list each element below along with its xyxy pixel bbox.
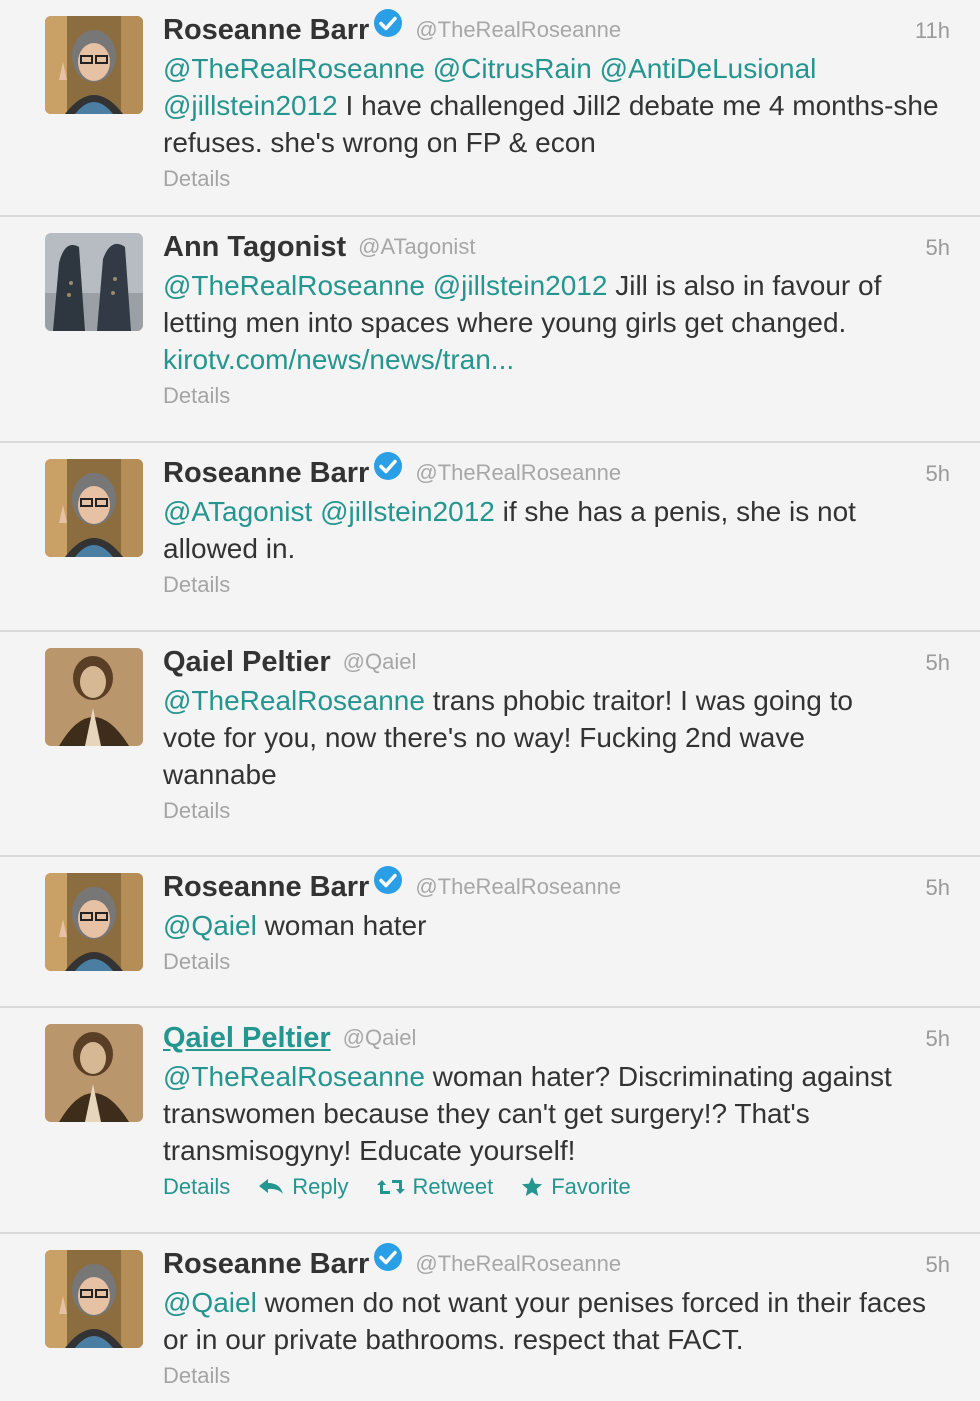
- details-link[interactable]: Details: [163, 383, 230, 409]
- tweet-timestamp[interactable]: 5h: [926, 1252, 950, 1278]
- text-segment: woman hater: [256, 910, 427, 941]
- tweet-timestamp[interactable]: 5h: [926, 461, 950, 487]
- reply-label: Reply: [292, 1174, 349, 1199]
- tweet-text: @ATagonist @jillstein2012 if she has a p…: [163, 493, 950, 567]
- avatar-qaiel[interactable]: [45, 1024, 143, 1122]
- text-segment: women do not want your penises forced in…: [163, 1287, 927, 1355]
- retweet-icon: [376, 1180, 405, 1194]
- author-handle[interactable]: @Qaiel: [343, 649, 417, 675]
- avatar-roseanne[interactable]: [45, 459, 143, 557]
- author-handle[interactable]: @TheRealRoseanne: [415, 1251, 621, 1277]
- tweet-text: @TheRealRoseanne trans phobic traitor! I…: [163, 682, 950, 793]
- tweet-item[interactable]: Qaiel Peltier @Qaiel 5h @TheRealRoseanne…: [0, 632, 980, 857]
- avatar-qaiel-image: [45, 648, 143, 746]
- author-handle[interactable]: @TheRealRoseanne: [415, 460, 621, 486]
- tweet-item[interactable]: Roseanne Barr @TheRealRoseanne 5h @Qaiel…: [0, 1234, 980, 1401]
- tweet-timestamp[interactable]: 5h: [926, 1026, 950, 1052]
- text-segment: [425, 270, 433, 301]
- details-link[interactable]: Details: [163, 572, 230, 598]
- tweet-item[interactable]: Ann Tagonist @ATagonist 5h @TheRealRosea…: [0, 217, 980, 443]
- verified-badge-icon: [373, 451, 403, 481]
- avatar-roseanne-image: [45, 459, 143, 557]
- reply-button[interactable]: Reply: [258, 1174, 349, 1200]
- tweet-item[interactable]: Qaiel Peltier @Qaiel 5h @TheRealRoseanne…: [0, 1008, 980, 1234]
- author-name[interactable]: Roseanne Barr: [163, 1248, 369, 1281]
- author-name[interactable]: Qaiel Peltier: [163, 1022, 331, 1055]
- tweet-text: @TheRealRoseanne @jillstein2012 Jill is …: [163, 267, 950, 378]
- details-link[interactable]: Details: [163, 798, 230, 824]
- mention-link[interactable]: @ATagonist: [163, 496, 312, 527]
- mention-link[interactable]: @TheRealRoseanne: [163, 1061, 425, 1092]
- tweet-timestamp[interactable]: 5h: [926, 875, 950, 901]
- mention-link[interactable]: @jillstein2012: [163, 90, 338, 121]
- avatar-roseanne-image: [45, 873, 143, 971]
- avatar-ann-tagonist[interactable]: [45, 233, 143, 331]
- author-handle[interactable]: @Qaiel: [343, 1025, 417, 1051]
- favorite-label: Favorite: [551, 1174, 631, 1199]
- mention-link[interactable]: @TheRealRoseanne: [163, 270, 425, 301]
- avatar-ann-tagonist-image: [45, 233, 143, 331]
- retweet-label: Retweet: [412, 1174, 494, 1199]
- reply-icon: [259, 1179, 284, 1194]
- mention-link[interactable]: @CitrusRain: [433, 53, 592, 84]
- tweet-text: @Qaiel women do not want your penises fo…: [163, 1284, 950, 1358]
- mention-link[interactable]: @TheRealRoseanne: [163, 53, 425, 84]
- avatar-roseanne[interactable]: [45, 1250, 143, 1348]
- avatar-roseanne-image: [45, 16, 143, 114]
- avatar-roseanne-image: [45, 1250, 143, 1348]
- verified-badge-icon: [373, 1242, 403, 1272]
- details-link[interactable]: Details: [163, 949, 230, 975]
- mention-link[interactable]: @AntiDeLusional: [600, 53, 817, 84]
- text-segment: [312, 496, 320, 527]
- tweet-text: @TheRealRoseanne woman hater? Discrimina…: [163, 1058, 950, 1169]
- verified-badge-icon: [373, 8, 403, 38]
- avatar-qaiel[interactable]: [45, 648, 143, 746]
- mention-link[interactable]: @Qaiel: [163, 910, 257, 941]
- details-link[interactable]: Details: [163, 166, 230, 192]
- tweet-timestamp[interactable]: 5h: [926, 235, 950, 261]
- mention-link[interactable]: @jillstein2012: [433, 270, 608, 301]
- mention-link[interactable]: @Qaiel: [163, 1287, 257, 1318]
- tweet-timestamp[interactable]: 5h: [926, 650, 950, 676]
- text-segment: [592, 53, 600, 84]
- text-segment: [425, 53, 433, 84]
- author-name[interactable]: Roseanne Barr: [163, 871, 369, 904]
- favorite-button[interactable]: Favorite: [521, 1174, 631, 1200]
- details-link[interactable]: Details: [163, 1363, 230, 1389]
- avatar-roseanne[interactable]: [45, 16, 143, 114]
- tweet-item[interactable]: Roseanne Barr @TheRealRoseanne 11h @TheR…: [0, 0, 980, 217]
- avatar-roseanne[interactable]: [45, 873, 143, 971]
- author-handle[interactable]: @TheRealRoseanne: [415, 17, 621, 43]
- verified-badge-icon: [373, 865, 403, 895]
- mention-link[interactable]: @jillstein2012: [320, 496, 495, 527]
- author-name[interactable]: Roseanne Barr: [163, 457, 369, 490]
- avatar-qaiel-image: [45, 1024, 143, 1122]
- author-name[interactable]: Qaiel Peltier: [163, 646, 331, 679]
- tweet-timeline: Roseanne Barr @TheRealRoseanne 11h @TheR…: [0, 0, 980, 1401]
- tweet-timestamp[interactable]: 11h: [915, 18, 950, 44]
- tweet-item[interactable]: Roseanne Barr @TheRealRoseanne 5h @Qaiel…: [0, 857, 980, 1008]
- author-handle[interactable]: @TheRealRoseanne: [415, 874, 621, 900]
- details-link[interactable]: Details: [163, 1174, 230, 1200]
- author-handle[interactable]: @ATagonist: [358, 234, 475, 260]
- star-icon: [522, 1177, 543, 1196]
- author-name[interactable]: Roseanne Barr: [163, 14, 369, 47]
- tweet-text: @TheRealRoseanne @CitrusRain @AntiDeLusi…: [163, 50, 950, 161]
- tweet-text: @Qaiel woman hater: [163, 907, 950, 944]
- author-name[interactable]: Ann Tagonist: [163, 231, 346, 264]
- retweet-button[interactable]: Retweet: [376, 1174, 494, 1200]
- url-link[interactable]: kirotv.com/news/news/tran...: [163, 344, 514, 375]
- tweet-item[interactable]: Roseanne Barr @TheRealRoseanne 5h @ATago…: [0, 443, 980, 632]
- mention-link[interactable]: @TheRealRoseanne: [163, 685, 425, 716]
